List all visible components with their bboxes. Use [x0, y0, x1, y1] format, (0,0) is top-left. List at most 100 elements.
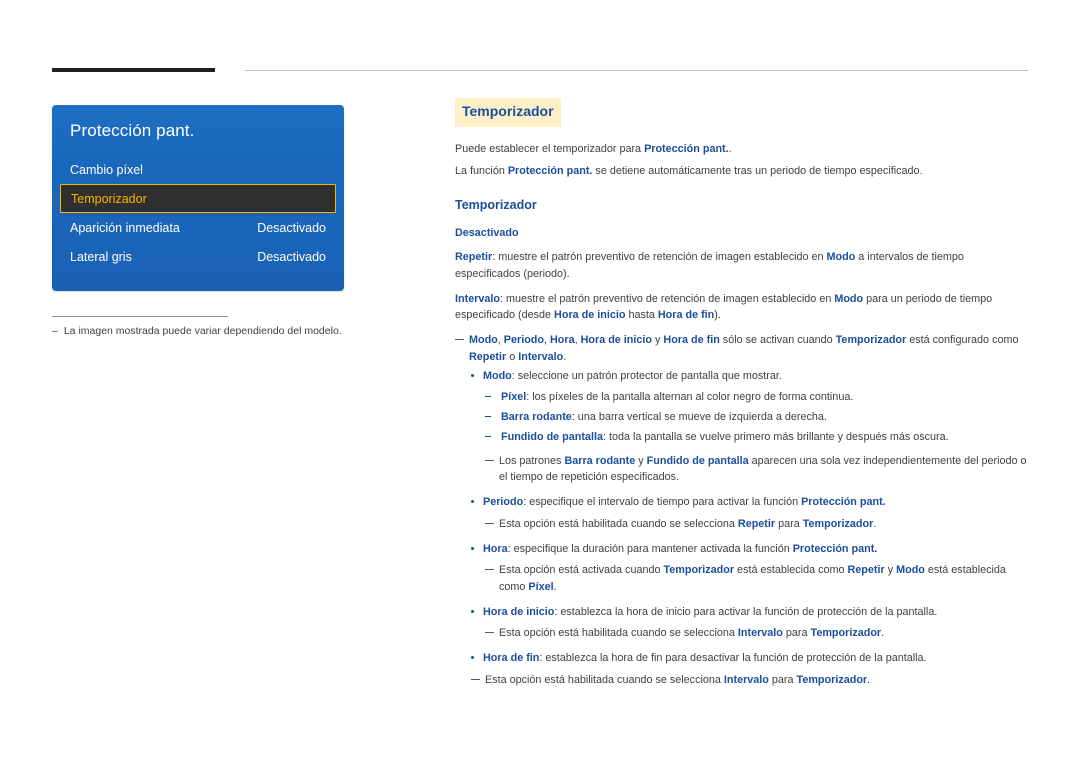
menu-item-temporizador[interactable]: Temporizador [60, 184, 336, 213]
option-label: Desactivado [455, 226, 519, 239]
text-emphasis: Modo [834, 292, 864, 305]
menu-item-label: Cambio píxel [70, 162, 143, 177]
page-title: Temporizador [455, 98, 561, 127]
option-label: Intervalo [455, 292, 501, 305]
bullet-icon [471, 546, 474, 550]
text-fragment: . [553, 581, 557, 594]
text-emphasis: Intervalo [518, 350, 564, 363]
text-fragment: . [563, 350, 567, 363]
bullet-icon [471, 656, 474, 660]
text-emphasis: Temporizador [810, 627, 882, 640]
bullet-label: Periodo [483, 496, 524, 509]
text-emphasis: Modo [896, 564, 925, 577]
option-label: Repetir [455, 251, 493, 264]
bullet-label: Modo [483, 369, 512, 382]
text-emphasis: Modo [826, 251, 856, 264]
text-fragment: y [652, 334, 664, 347]
bullet-icon [471, 609, 474, 613]
bullet-hora: Hora: especifique la duración para mante… [469, 541, 1030, 558]
text-emphasis: Temporizador [835, 334, 907, 347]
note-dash-icon [485, 632, 494, 634]
text-fragment: . [881, 627, 885, 640]
text-emphasis: Protección pant. [507, 165, 593, 178]
text-fragment: : muestre el patrón preventivo de retenc… [492, 251, 827, 264]
text-fragment: Esta opción está habilitada cuando se se… [499, 627, 738, 640]
bullet-modo: Modo: seleccione un patrón protector de … [469, 368, 1030, 385]
note-dash-icon [455, 339, 464, 341]
note-dash-icon [485, 522, 494, 524]
note-dash-icon [471, 678, 480, 680]
text-fragment: está configurado como [906, 334, 1019, 347]
bullet-label: Hora de inicio [483, 605, 555, 618]
content-column: Temporizador Puede establecer el tempori… [455, 98, 1030, 691]
text-emphasis: Hora de fin [663, 334, 720, 347]
text-fragment: . [867, 673, 871, 686]
subitem-barra-rodante: Barra rodante: una barra vertical se mue… [485, 409, 1030, 426]
text-fragment: . [873, 517, 877, 530]
text-emphasis: Hora de fin [657, 309, 715, 322]
text-fragment: Esta opción está habilitada cuando se se… [499, 517, 738, 530]
text-fragment: : muestre el patrón preventivo de retenc… [500, 292, 835, 305]
text-emphasis: Temporizador [663, 564, 735, 577]
note-patrones: Los patrones Barra rodante y Fundido de … [485, 453, 1030, 486]
note-temporizador-activacion: Modo, Periodo, Hora, Hora de inicio y Ho… [455, 332, 1030, 365]
note-text: La imagen mostrada puede variar dependie… [63, 325, 342, 337]
bullet-icon [471, 500, 474, 504]
text-emphasis: Intervalo [723, 673, 769, 686]
bullet-label: Hora [483, 542, 508, 555]
text-fragment: para [782, 627, 811, 640]
text-fragment: La función [455, 165, 508, 178]
text-emphasis: Repetir [847, 564, 885, 577]
text-fragment: : toda la pantalla se vuelve primero más… [602, 430, 949, 443]
text-fragment: Esta opción está activada cuando [499, 564, 664, 577]
menu-item-label: Lateral gris [70, 249, 132, 264]
osd-menu-title: Protección pant. [70, 121, 195, 140]
text-emphasis: Barra rodante [564, 454, 636, 467]
bullet-hora-de-inicio: Hora de inicio: establezca la hora de in… [469, 604, 1030, 621]
text-fragment: y [635, 454, 647, 467]
subitem-label: Barra rodante [501, 411, 572, 424]
text-fragment: para [775, 517, 803, 530]
bullet-hora-de-fin: Hora de fin: establezca la hora de fin p… [469, 650, 1030, 667]
note-dash-icon [485, 569, 494, 571]
text-fragment: y [884, 564, 897, 577]
bullet-periodo: Periodo: especifique el intervalo de tie… [469, 494, 1030, 511]
menu-item-cambio-pixel[interactable]: Cambio píxel [52, 155, 344, 184]
text-emphasis: Repetir [737, 517, 776, 530]
text-fragment: Puede establecer el temporizador para [455, 142, 645, 155]
intro-paragraph-2: La función Protección pant. se detiene a… [455, 163, 1030, 180]
subitem-pixel: Píxel: los píxeles de la pantalla altern… [485, 389, 1030, 406]
text-emphasis: Protección pant. [644, 142, 729, 155]
note-periodo: Esta opción está habilitada cuando se se… [485, 516, 1030, 533]
option-repetir: Repetir: muestre el patrón preventivo de… [455, 249, 1030, 282]
note-dash: ‒ [52, 325, 58, 337]
model-note: ‒ La imagen mostrada puede variar depend… [52, 325, 344, 337]
text-fragment: hasta [625, 309, 658, 322]
subitem-fundido-pantalla: Fundido de pantalla: toda la pantalla se… [485, 429, 1030, 446]
section-heading-temporizador: Temporizador [455, 198, 537, 213]
option-intervalo: Intervalo: muestre el patrón preventivo … [455, 291, 1030, 324]
text-fragment: : especifique la duración para mantener … [507, 542, 793, 555]
menu-item-lateral-gris[interactable]: Lateral gris Desactivado [52, 242, 344, 271]
dash-icon [485, 416, 491, 418]
text-fragment: : especifique el intervalo de tiempo par… [523, 496, 802, 509]
bullet-icon [471, 373, 474, 377]
option-desactivado: Desactivado [455, 225, 1030, 242]
text-fragment: sólo se activan cuando [719, 334, 836, 347]
text-fragment: : los píxeles de la pantalla alternan al… [526, 391, 854, 404]
text-fragment: : seleccione un patrón protector de pant… [511, 369, 782, 382]
osd-menu-panel: Protección pant. Cambio píxel Temporizad… [52, 105, 344, 291]
menu-item-label: Temporizador [71, 191, 147, 206]
text-fragment: Esta opción está habilitada cuando se se… [485, 673, 724, 686]
dash-icon [485, 435, 491, 437]
text-fragment: para [768, 673, 797, 686]
text-emphasis: Intervalo [737, 627, 783, 640]
text-emphasis: Hora [549, 334, 575, 347]
left-column: Protección pant. Cambio píxel Temporizad… [52, 105, 344, 337]
text-emphasis: Temporizador [802, 517, 874, 530]
text-emphasis: Temporizador [796, 673, 868, 686]
bullet-label: Hora de fin [483, 652, 540, 665]
menu-item-aparicion-inmediata[interactable]: Aparición inmediata Desactivado [52, 213, 344, 242]
text-emphasis: Hora de inicio [554, 309, 626, 322]
header-rule-thin [245, 70, 1028, 71]
